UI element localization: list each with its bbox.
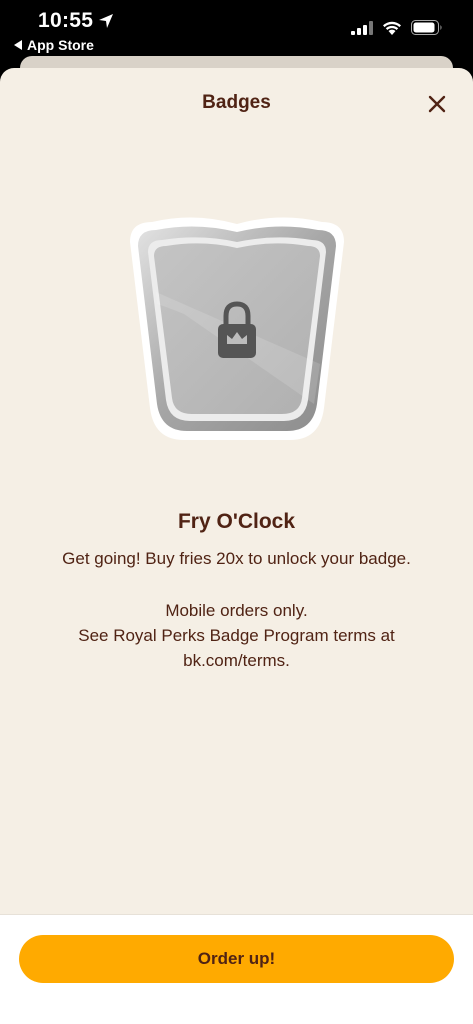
- close-icon: [428, 95, 446, 113]
- close-button[interactable]: [423, 90, 451, 118]
- page-title: Badges: [202, 92, 271, 113]
- time-label: 10:55: [38, 9, 94, 32]
- terms-line-2: See Royal Perks Badge Program terms at b…: [78, 626, 395, 670]
- location-arrow-icon: [99, 14, 114, 28]
- cellular-signal-icon: [351, 20, 373, 35]
- locked-badge-icon: [130, 217, 344, 440]
- badge-terms: Mobile orders only. See Royal Perks Badg…: [30, 598, 443, 673]
- badge-title: Fry O'Clock: [177, 510, 296, 533]
- status-bar: 10:55 App Store: [0, 0, 473, 60]
- back-triangle-icon: [14, 40, 22, 50]
- order-up-button[interactable]: Order up!: [19, 935, 454, 983]
- badge-detail-sheet: Badges Fry O'Clock Get going! Buy fries …: [0, 68, 473, 1024]
- terms-line-1: Mobile orders only.: [165, 601, 308, 620]
- screen: 10:55 App Store Badges Fry O'Clock Get g…: [0, 0, 473, 1024]
- wifi-icon: [383, 21, 401, 35]
- back-app-label: App Store: [27, 37, 94, 53]
- status-icons: [351, 20, 443, 35]
- footer-bar: Order up!: [0, 914, 473, 1024]
- badge-description: Get going! Buy fries 20x to unlock your …: [62, 549, 411, 568]
- battery-icon: [411, 20, 442, 35]
- badge-image: [124, 214, 350, 444]
- status-time: 10:55: [38, 9, 114, 33]
- back-to-app-store[interactable]: App Store: [14, 37, 94, 53]
